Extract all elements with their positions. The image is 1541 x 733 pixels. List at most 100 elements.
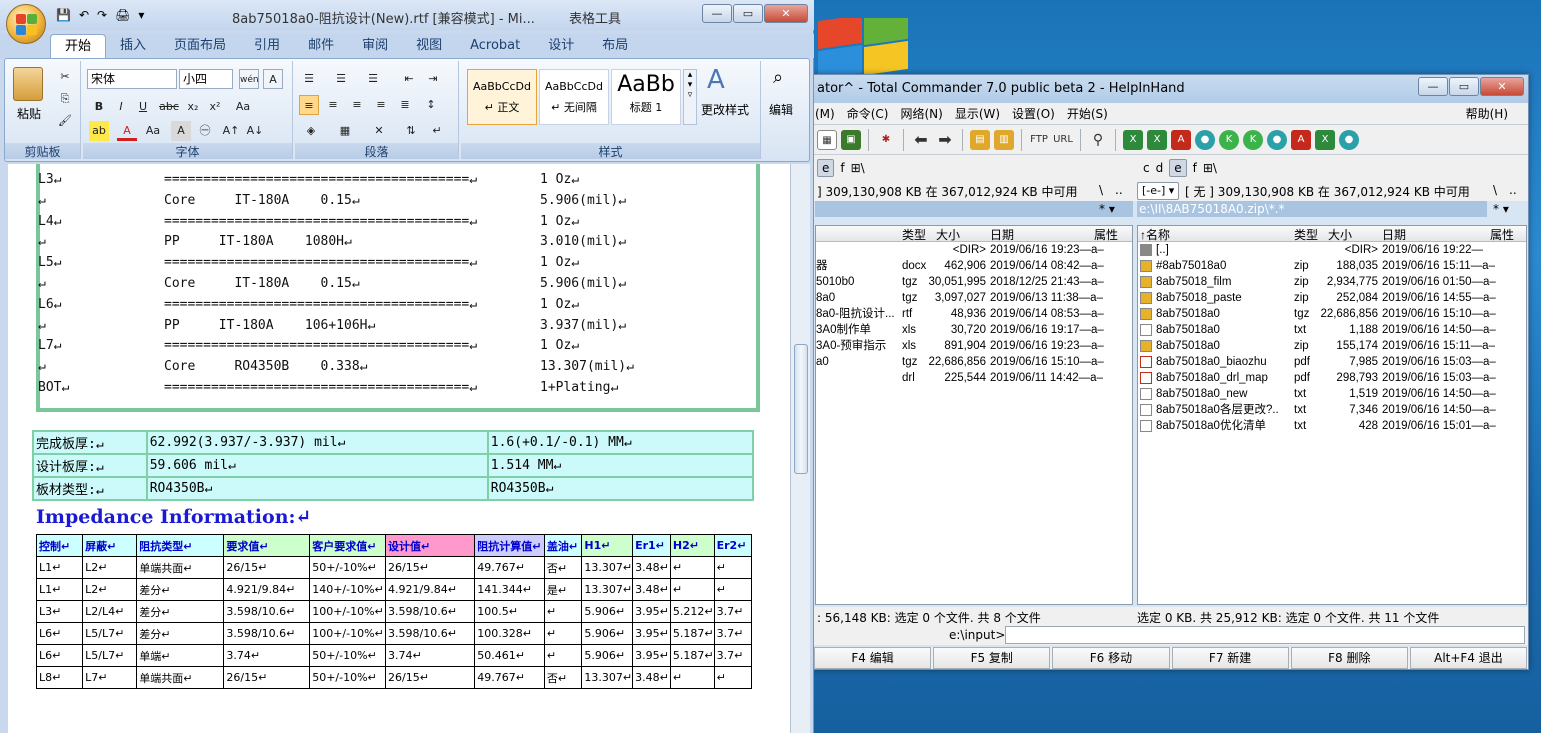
right-drive-d[interactable]: d (1156, 161, 1164, 175)
file-row[interactable]: 8a0-阻抗设计... rtf 48,936 2019/06/14 08:53—a– (816, 306, 1132, 322)
word-close-button[interactable]: ✕ (764, 4, 808, 23)
shrink-font-icon[interactable]: A↓ (245, 121, 265, 141)
grid-icon[interactable]: ▦ (817, 129, 837, 150)
col-date[interactable]: 日期 (1382, 226, 1406, 243)
tab-view[interactable]: 视图 (402, 34, 456, 58)
left-root-button[interactable]: \ (1099, 183, 1103, 197)
file-row[interactable]: [..] <DIR> 2019/06/16 19:22— (1138, 242, 1526, 258)
file-row[interactable]: a0 tgz 22,686,856 2019/06/16 15:10—a– (816, 354, 1132, 370)
file-row[interactable]: 8ab75018a0各层更改?.. txt 7,346 2019/06/16 14:5… (1138, 402, 1526, 418)
right-drive-e[interactable]: e (1169, 159, 1187, 177)
file-row[interactable]: 8ab75018a0优化清单 txt 428 2019/06/16 15:01—a– (1138, 418, 1526, 434)
f8-delete-button[interactable]: F8 删除 (1290, 647, 1408, 669)
left-drive-f[interactable]: f (840, 161, 844, 175)
show-marks-icon[interactable]: ↵ (427, 121, 447, 141)
find-icon[interactable]: ⌕ (773, 67, 783, 88)
excel-icon-2[interactable]: X (1147, 129, 1167, 150)
file-row[interactable]: #8ab75018a0 zip 188,035 2019/06/16 15:11—a– (1138, 258, 1526, 274)
font-name-select[interactable]: 宋体 (87, 69, 177, 89)
file-row[interactable]: 8ab75018a0_drl_map pdf 298,793 2019/06/16 1… (1138, 370, 1526, 386)
col-type[interactable]: 类型 (1294, 226, 1318, 243)
align-left-icon[interactable]: ≡ (299, 95, 319, 115)
file-row[interactable]: 8ab75018a0 txt 1,188 2019/06/16 14:50—a– (1138, 322, 1526, 338)
word-minimize-button[interactable]: — (702, 4, 732, 23)
word-restore-button[interactable]: ▭ (733, 4, 763, 23)
decrease-indent-icon[interactable]: ⇤ (399, 69, 419, 89)
menu-network[interactable]: 网络(N) (900, 103, 942, 124)
line-spacing-icon[interactable]: ↕ (421, 95, 441, 115)
distribute-icon[interactable]: ≣ (395, 95, 415, 115)
f4-edit-button[interactable]: F4 编辑 (814, 647, 932, 669)
char-border-icon[interactable]: A (263, 69, 283, 89)
qat-dropdown-icon[interactable]: ▾ (138, 8, 144, 22)
pdf-icon[interactable]: A (1171, 129, 1191, 150)
left-file-pane[interactable]: 类型 大小 日期 属性 <DIR> 2019/06/16 19:23—a– 器 doc… (815, 225, 1133, 605)
file-row[interactable]: 器 docx 462,906 2019/06/14 08:42—a– (816, 258, 1132, 274)
app-icon-2[interactable]: ● (1267, 129, 1287, 150)
file-row[interactable]: 8a0 tgz 3,097,027 2019/06/13 11:38—a– (816, 290, 1132, 306)
print-icon[interactable]: 🖨 (115, 8, 130, 22)
tc-maximize-button[interactable]: ▭ (1449, 77, 1479, 96)
tab-review[interactable]: 审阅 (348, 34, 402, 58)
change-case-icon[interactable]: Aa (143, 121, 163, 141)
menu-commands[interactable]: 命令(C) (847, 103, 889, 124)
left-filter[interactable]: * ▾ (1099, 202, 1115, 216)
borders-icon[interactable]: ▦ (335, 121, 355, 141)
save-icon[interactable]: 💾 (56, 8, 71, 22)
tab-page-layout[interactable]: 页面布局 (160, 34, 240, 58)
vertical-scrollbar[interactable] (790, 164, 810, 733)
col-name[interactable]: ↑名称 (1140, 226, 1170, 243)
numbering-icon[interactable]: ☰ (331, 69, 351, 89)
shading-icon[interactable]: ◈ (301, 121, 321, 141)
app-icon[interactable]: ● (1195, 129, 1215, 150)
font-size-select[interactable]: 小四 (179, 69, 233, 89)
strikethrough-icon[interactable]: abc (159, 97, 179, 117)
col-size[interactable]: 大小 (936, 226, 960, 243)
char-shading-icon[interactable]: A (171, 121, 191, 141)
back-arrow-icon[interactable]: ⬅ (911, 130, 931, 150)
file-row[interactable]: <DIR> 2019/06/16 19:23—a– (816, 242, 1132, 258)
clear-format-icon[interactable]: Aa (233, 97, 253, 117)
left-parent-button[interactable]: .. (1115, 183, 1123, 197)
italic-icon[interactable]: I (111, 97, 131, 117)
f7-new-button[interactable]: F7 新建 (1171, 647, 1289, 669)
k-icon-2[interactable]: K (1243, 129, 1263, 150)
cut-icon[interactable]: ✂ (55, 67, 75, 87)
k-icon[interactable]: K (1219, 129, 1239, 150)
change-styles-button[interactable]: 更改样式 (701, 101, 749, 118)
superscript-icon[interactable]: x² (205, 97, 225, 117)
binoculars-icon[interactable]: ⚲ (1088, 130, 1108, 150)
right-filter[interactable]: * ▾ (1493, 202, 1509, 216)
pack-icon[interactable]: ▤ (970, 129, 990, 150)
tab-references[interactable]: 引用 (240, 34, 294, 58)
sort-icon[interactable]: ⇅ (401, 121, 421, 141)
right-root-button[interactable]: \ (1493, 183, 1497, 197)
file-row[interactable]: 3A0-预审指示 xls 891,904 2019/06/16 19:23—a– (816, 338, 1132, 354)
increase-indent-icon[interactable]: ⇥ (423, 69, 443, 89)
forward-arrow-icon[interactable]: ➡ (935, 130, 955, 150)
format-painter-icon[interactable]: 🖌 (55, 111, 75, 131)
tc-minimize-button[interactable]: — (1418, 77, 1448, 96)
command-input[interactable] (1005, 626, 1525, 644)
file-row[interactable]: 8ab75018a0 zip 155,174 2019/06/16 15:11—a– (1138, 338, 1526, 354)
tab-home[interactable]: 开始 (50, 34, 107, 58)
underline-icon[interactable]: U (133, 97, 153, 117)
tc-close-button[interactable]: ✕ (1480, 77, 1524, 96)
col-type[interactable]: 类型 (902, 226, 926, 243)
right-drive-c[interactable]: c (1143, 161, 1150, 175)
pdf-icon-2[interactable]: A (1291, 129, 1311, 150)
menu-help[interactable]: 帮助(H) (1466, 103, 1508, 125)
unpack-icon[interactable]: ▥ (994, 129, 1014, 150)
right-drive-f[interactable]: f (1193, 161, 1197, 175)
right-drive-select[interactable]: [-e-] ▾ (1137, 182, 1180, 200)
undo-icon[interactable]: ↶ (79, 8, 89, 22)
style-normal[interactable]: AaBbCcDd ↵ 正文 (467, 69, 537, 125)
app-icon-3[interactable]: ● (1339, 129, 1359, 150)
style-heading-1[interactable]: AaBb 标题 1 (611, 69, 681, 125)
file-row[interactable]: 8ab75018a0_biaozhu pdf 7,985 2019/06/16 15:… (1138, 354, 1526, 370)
menu-config[interactable]: 设置(O) (1012, 103, 1055, 124)
col-attr[interactable]: 属性 (1490, 226, 1514, 243)
change-styles-icon[interactable]: A (707, 65, 725, 95)
justify-icon[interactable]: ≡ (371, 95, 391, 115)
tab-design[interactable]: 设计 (534, 34, 588, 58)
